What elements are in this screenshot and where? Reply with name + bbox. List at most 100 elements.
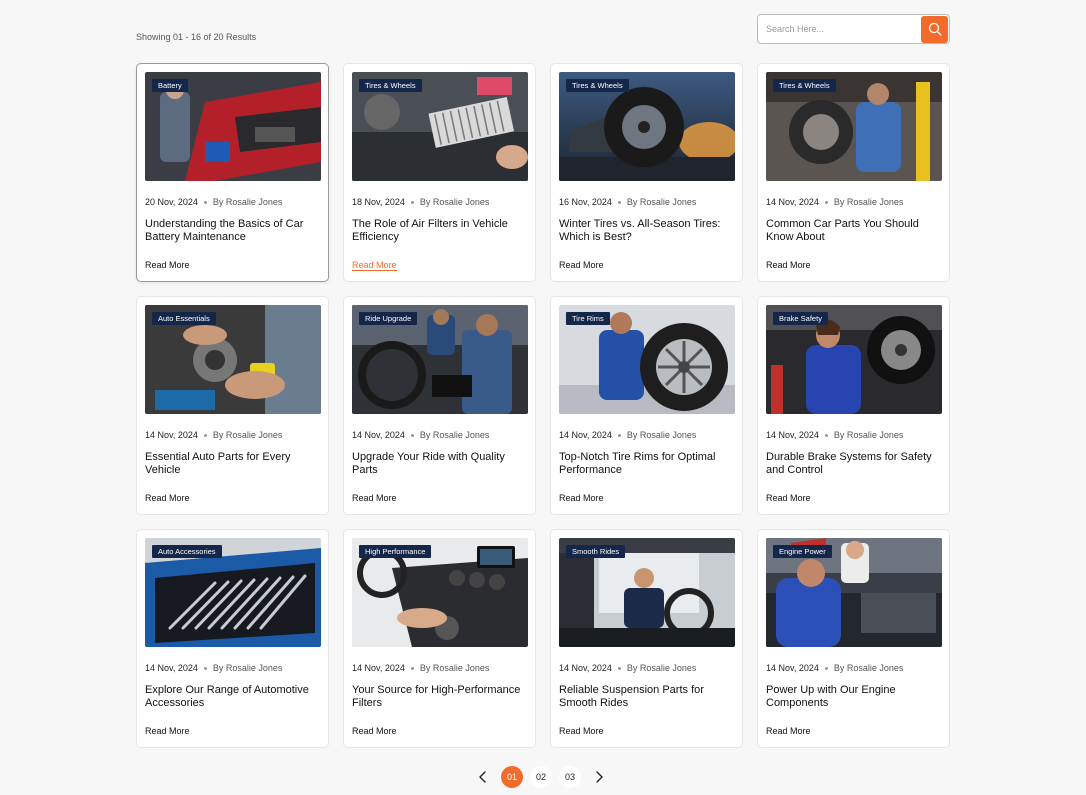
blog-card[interactable]: Engine Power 14 Nov, 2024 By Rosalie Jone… — [757, 529, 950, 748]
post-date: 14 Nov, 2024 — [145, 430, 198, 440]
separator-dot — [824, 666, 828, 670]
post-meta: 14 Nov, 2024 By Rosalie Jones — [145, 663, 282, 673]
blog-card[interactable]: Tires & Wheels 18 Nov, 2024 By Rosalie Jo… — [343, 63, 536, 282]
read-more-link[interactable]: Read More — [145, 493, 190, 503]
prev-page-button[interactable] — [472, 766, 494, 788]
blog-card[interactable]: Brake Safety 14 Nov, 2024 By Rosalie Jone… — [757, 296, 950, 515]
blog-card[interactable]: Ride Upgrade 14 Nov, 2024 By Rosalie Jone… — [343, 296, 536, 515]
card-image[interactable]: Engine Power — [766, 538, 942, 647]
post-date: 14 Nov, 2024 — [352, 430, 405, 440]
page-button-1[interactable]: 01 — [501, 766, 523, 788]
read-more-link[interactable]: Read More — [559, 260, 604, 270]
category-badge: Smooth Rides — [566, 545, 626, 558]
category-badge: Tires & Wheels — [773, 79, 836, 92]
post-meta: 14 Nov, 2024 By Rosalie Jones — [352, 430, 489, 440]
post-date: 18 Nov, 2024 — [352, 197, 405, 207]
post-date: 14 Nov, 2024 — [559, 663, 612, 673]
post-meta: 14 Nov, 2024 By Rosalie Jones — [766, 663, 903, 673]
post-author: By Rosalie Jones — [419, 197, 490, 207]
post-title[interactable]: Durable Brake Systems for Safety and Con… — [766, 451, 942, 477]
category-badge: High Performance — [359, 545, 432, 558]
post-date: 14 Nov, 2024 — [145, 663, 198, 673]
read-more-link[interactable]: Read More — [352, 493, 397, 503]
card-image[interactable]: Brake Safety — [766, 305, 942, 414]
card-image[interactable]: Tire Rims — [559, 305, 735, 414]
card-image[interactable]: Tires & Wheels — [352, 72, 528, 181]
post-title[interactable]: Upgrade Your Ride with Quality Parts — [352, 451, 528, 477]
card-image[interactable]: Tires & Wheels — [766, 72, 942, 181]
read-more-link[interactable]: Read More — [766, 493, 811, 503]
category-badge: Battery — [152, 79, 188, 92]
read-more-link[interactable]: Read More — [145, 726, 190, 736]
page-button-2[interactable]: 02 — [530, 766, 552, 788]
separator-dot — [203, 433, 207, 437]
read-more-link[interactable]: Read More — [766, 260, 811, 270]
blog-card[interactable]: Smooth Rides 14 Nov, 2024 By Rosalie Jone… — [550, 529, 743, 748]
post-title[interactable]: Your Source for High-Performance Filters — [352, 684, 528, 710]
separator-dot — [203, 666, 207, 670]
next-page-button[interactable] — [588, 766, 610, 788]
blog-card[interactable]: Tire Rims 14 Nov, 2024 By Rosalie Jones T… — [550, 296, 743, 515]
post-author: By Rosalie Jones — [626, 663, 697, 673]
blog-card[interactable]: Auto Accessories 14 Nov, 2024 By Rosalie … — [136, 529, 329, 748]
separator-dot — [617, 433, 621, 437]
read-more-link[interactable]: Read More — [559, 493, 604, 503]
card-image[interactable]: Ride Upgrade — [352, 305, 528, 414]
post-title[interactable]: Common Car Parts You Should Know About — [766, 218, 942, 244]
category-badge: Tires & Wheels — [566, 79, 629, 92]
category-badge: Tires & Wheels — [359, 79, 422, 92]
post-title[interactable]: Explore Our Range of Automotive Accessor… — [145, 684, 321, 710]
search-input[interactable] — [758, 15, 921, 43]
blog-card[interactable]: High Performance 14 Nov, 2024 By Rosalie … — [343, 529, 536, 748]
category-badge: Ride Upgrade — [359, 312, 418, 325]
post-title[interactable]: Understanding the Basics of Car Battery … — [145, 218, 321, 244]
post-title[interactable]: The Role of Air Filters in Vehicle Effic… — [352, 218, 528, 244]
read-more-link[interactable]: Read More — [145, 260, 190, 270]
separator-dot — [824, 433, 828, 437]
post-meta: 14 Nov, 2024 By Rosalie Jones — [145, 430, 282, 440]
post-meta: 14 Nov, 2024 By Rosalie Jones — [352, 663, 489, 673]
blog-card[interactable]: Auto Essentials 14 Nov, 2024 By Rosalie J… — [136, 296, 329, 515]
post-title[interactable]: Top-Notch Tire Rims for Optimal Performa… — [559, 451, 735, 477]
post-title[interactable]: Reliable Suspension Parts for Smooth Rid… — [559, 684, 735, 710]
post-author: By Rosalie Jones — [212, 197, 283, 207]
blog-card[interactable]: Tires & Wheels 14 Nov, 2024 By Rosalie Jo… — [757, 63, 950, 282]
page-button-3[interactable]: 03 — [559, 766, 581, 788]
post-meta: 14 Nov, 2024 By Rosalie Jones — [766, 430, 903, 440]
card-image[interactable]: Battery — [145, 72, 321, 181]
search-button[interactable] — [921, 15, 948, 43]
post-title[interactable]: Essential Auto Parts for Every Vehicle — [145, 451, 321, 477]
card-image[interactable]: Auto Essentials — [145, 305, 321, 414]
blog-card[interactable]: Battery 20 Nov, 2024 By Rosalie Jones Und… — [136, 63, 329, 282]
post-title[interactable]: Power Up with Our Engine Components — [766, 684, 942, 710]
results-count: Showing 01 - 16 of 20 Results — [136, 32, 257, 42]
blog-card[interactable]: Tires & Wheels 16 Nov, 2024 By Rosalie Jo… — [550, 63, 743, 282]
post-author: By Rosalie Jones — [419, 430, 490, 440]
separator-dot — [203, 200, 207, 204]
read-more-link[interactable]: Read More — [352, 726, 397, 736]
post-date: 14 Nov, 2024 — [766, 663, 819, 673]
read-more-link[interactable]: Read More — [352, 260, 397, 271]
separator-dot — [410, 433, 414, 437]
pagination: 01 02 03 — [472, 766, 610, 788]
card-image[interactable]: Auto Accessories — [145, 538, 321, 647]
category-badge: Brake Safety — [773, 312, 828, 325]
separator-dot — [617, 666, 621, 670]
category-badge: Auto Essentials — [152, 312, 216, 325]
post-date: 16 Nov, 2024 — [559, 197, 612, 207]
post-author: By Rosalie Jones — [419, 663, 490, 673]
read-more-link[interactable]: Read More — [766, 726, 811, 736]
card-image[interactable]: Tires & Wheels — [559, 72, 735, 181]
post-date: 14 Nov, 2024 — [766, 430, 819, 440]
chevron-left-icon — [479, 771, 486, 783]
card-image[interactable]: Smooth Rides — [559, 538, 735, 647]
post-author: By Rosalie Jones — [833, 430, 904, 440]
card-image[interactable]: High Performance — [352, 538, 528, 647]
post-author: By Rosalie Jones — [833, 197, 904, 207]
category-badge: Engine Power — [773, 545, 832, 558]
read-more-link[interactable]: Read More — [559, 726, 604, 736]
post-meta: 18 Nov, 2024 By Rosalie Jones — [352, 197, 489, 207]
post-title[interactable]: Winter Tires vs. All-Season Tires: Which… — [559, 218, 735, 244]
post-author: By Rosalie Jones — [212, 430, 283, 440]
post-meta: 14 Nov, 2024 By Rosalie Jones — [766, 197, 903, 207]
